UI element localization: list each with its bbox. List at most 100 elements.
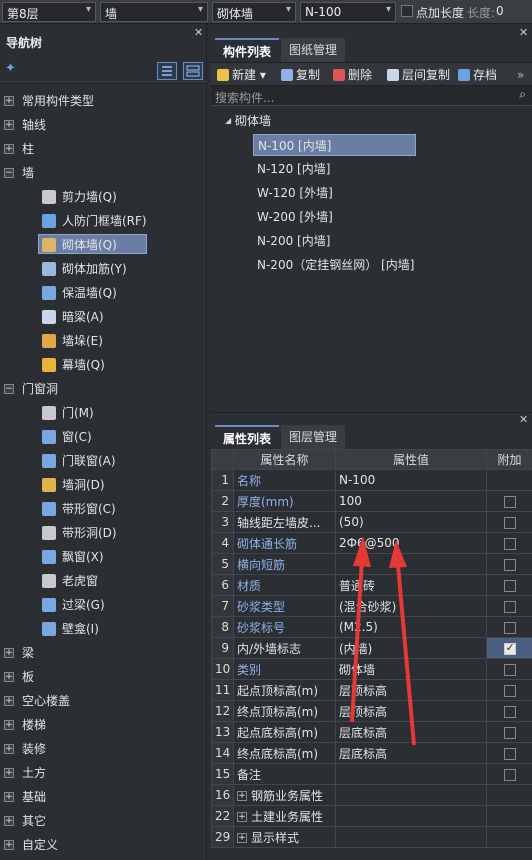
property-row[interactable]: 22 + 土建业务属性 — [211, 805, 532, 827]
expand-icon[interactable]: + — [4, 696, 14, 706]
property-row[interactable]: 29 + 显示样式 — [211, 826, 532, 848]
property-value[interactable] — [335, 826, 487, 848]
more-icon[interactable]: » — [517, 66, 524, 84]
expand-icon[interactable]: + — [4, 720, 14, 730]
grid-view-icon[interactable] — [183, 62, 203, 80]
nav-item[interactable]: 飘窗(X) — [0, 546, 207, 568]
nav-item[interactable]: − 墙 — [0, 162, 207, 184]
additional-checkbox[interactable] — [503, 621, 516, 634]
expand-icon[interactable]: + — [237, 812, 247, 822]
property-value[interactable]: 层底标高 — [335, 742, 487, 764]
expand-icon[interactable]: + — [4, 768, 14, 778]
component-list-item[interactable]: W-200 [外墙] — [253, 206, 337, 228]
property-row[interactable]: 12 终点顶标高(m) 层顶标高 — [211, 700, 532, 722]
nav-item[interactable]: + 自定义 — [0, 834, 207, 856]
component-list-item[interactable]: N-200（定挂钢丝网） [内墙] — [253, 254, 418, 276]
expand-icon[interactable]: + — [4, 744, 14, 754]
nav-item[interactable]: 砌体加筋(Y) — [0, 258, 207, 280]
nav-item[interactable]: − 门窗洞 — [0, 378, 207, 400]
nav-item[interactable]: 墙垛(E) — [0, 330, 207, 352]
property-row[interactable]: 5 横向短筋 — [211, 553, 532, 575]
additional-checkbox[interactable] — [503, 579, 516, 592]
component-list-item[interactable]: N-200 [内墙] — [253, 230, 334, 252]
length-value[interactable]: 0 — [496, 4, 504, 18]
floor-select[interactable]: 第8层 ▾ — [2, 2, 96, 22]
nav-item[interactable]: 墙洞(D) — [0, 474, 207, 496]
add-length-checkbox[interactable] — [401, 5, 413, 17]
pin-icon[interactable]: ✦ — [5, 61, 16, 76]
component-list-item[interactable]: W-120 [外墙] — [253, 182, 337, 204]
nav-item[interactable]: + 板 — [0, 666, 207, 688]
property-row[interactable]: 14 终点底标高(m) 层底标高 — [211, 742, 532, 764]
tab-drawing-management[interactable]: 图纸管理 — [281, 38, 346, 62]
floor-copy-button[interactable]: 层间复制 — [387, 66, 450, 84]
search-input[interactable]: 搜索构件... — [215, 89, 274, 106]
nav-item[interactable]: 剪力墙(Q) — [0, 186, 207, 208]
delete-button[interactable]: 删除 — [333, 66, 372, 84]
additional-checkbox[interactable] — [503, 600, 516, 613]
nav-item[interactable]: 门(M) — [0, 402, 207, 424]
property-row[interactable]: 6 材质 普通砖 — [211, 574, 532, 596]
tab-property-list[interactable]: 属性列表 — [215, 425, 280, 449]
property-value[interactable]: 层底标高 — [335, 721, 487, 743]
property-row[interactable]: 7 砂浆类型 (混合砂浆) — [211, 595, 532, 617]
nav-item[interactable]: 人防门框墙(RF) — [0, 210, 207, 232]
additional-checkbox[interactable] — [503, 768, 516, 781]
property-value[interactable] — [335, 553, 487, 575]
property-value[interactable]: N-100 — [335, 469, 487, 491]
property-row[interactable]: 10 类别 砌体墙 — [211, 658, 532, 680]
additional-checkbox[interactable] — [503, 663, 516, 676]
property-row[interactable]: 1 名称 N-100 — [211, 469, 532, 491]
expand-icon[interactable]: + — [237, 833, 247, 843]
nav-item[interactable]: 窗(C) — [0, 426, 207, 448]
nav-item[interactable]: + 梁 — [0, 642, 207, 664]
nav-item[interactable]: 带形洞(D) — [0, 522, 207, 544]
property-row[interactable]: 13 起点底标高(m) 层底标高 — [211, 721, 532, 743]
property-row[interactable]: 4 砌体通长筋 2Ф6@500 — [211, 532, 532, 554]
component-select[interactable]: N-100 ▾ — [300, 2, 396, 22]
search-icon[interactable]: ⌕ — [519, 87, 526, 102]
additional-checkbox[interactable] — [503, 641, 516, 655]
expand-icon[interactable]: + — [4, 816, 14, 826]
property-value[interactable]: 砌体墙 — [335, 658, 487, 680]
property-value[interactable]: 100 — [335, 490, 487, 512]
additional-checkbox[interactable] — [503, 684, 516, 697]
property-value[interactable]: (混合砂浆) — [335, 595, 487, 617]
expand-icon[interactable]: + — [4, 96, 14, 106]
nav-item[interactable]: + 其它 — [0, 810, 207, 832]
property-value[interactable] — [335, 784, 487, 806]
property-row[interactable]: 9 内/外墙标志 (内墙) — [211, 637, 532, 659]
nav-item[interactable]: 壁龛(I) — [0, 618, 207, 640]
property-value[interactable]: (内墙) — [335, 637, 487, 659]
additional-checkbox[interactable] — [503, 726, 516, 739]
nav-item[interactable]: + 常用构件类型 — [0, 90, 207, 112]
copy-button[interactable]: 复制 — [281, 66, 320, 84]
property-row[interactable]: 3 轴线距左墙皮... (50) — [211, 511, 532, 533]
category-select[interactable]: 墙 ▾ — [100, 2, 208, 22]
tab-layer-management[interactable]: 图层管理 — [281, 425, 346, 449]
expand-icon[interactable]: + — [4, 840, 14, 850]
new-button[interactable]: 新建 ▾ — [217, 66, 266, 84]
expand-icon[interactable]: + — [4, 648, 14, 658]
list-view-icon[interactable] — [157, 62, 177, 80]
property-row[interactable]: 8 砂浆标号 (M2.5) — [211, 616, 532, 638]
expand-icon[interactable]: + — [4, 144, 14, 154]
property-row[interactable]: 16 + 钢筋业务属性 — [211, 784, 532, 806]
property-row[interactable]: 2 厚度(mm) 100 — [211, 490, 532, 512]
tab-component-list[interactable]: 构件列表 — [215, 38, 280, 62]
nav-item[interactable]: + 空心楼盖 — [0, 690, 207, 712]
property-value[interactable]: 层顶标高 — [335, 679, 487, 701]
nav-item[interactable]: + 柱 — [0, 138, 207, 160]
nav-item[interactable]: 老虎窗 — [0, 570, 207, 592]
collapse-icon[interactable]: − — [4, 384, 14, 394]
component-list-item[interactable]: N-100 [内墙] — [253, 134, 416, 156]
property-value[interactable]: 层顶标高 — [335, 700, 487, 722]
save-button[interactable]: 存档 — [458, 66, 497, 84]
nav-item[interactable]: + 土方 — [0, 762, 207, 784]
property-value[interactable]: 2Ф6@500 — [335, 532, 487, 554]
additional-checkbox[interactable] — [503, 516, 516, 529]
collapse-icon[interactable]: ◢ — [225, 116, 231, 125]
expand-icon[interactable]: + — [4, 792, 14, 802]
expand-icon[interactable]: + — [4, 120, 14, 130]
property-value[interactable] — [335, 805, 487, 827]
